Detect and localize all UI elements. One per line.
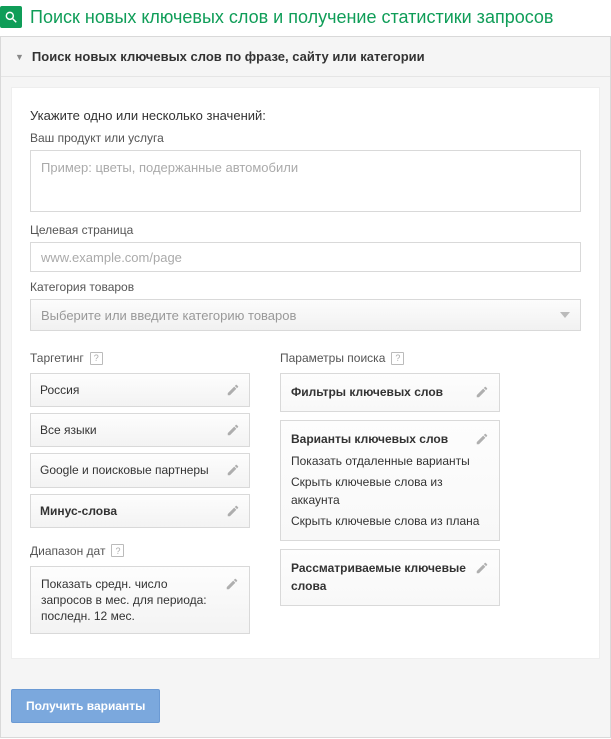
category-label: Категория товаров [30,280,581,294]
targeting-language[interactable]: Все языки [30,413,250,447]
chevron-down-icon [560,312,570,318]
search-params-label: Параметры поиска ? [280,351,500,365]
variant-item: Скрыть ключевые слова из аккаунта [291,474,489,509]
pencil-icon [475,561,489,575]
accordion-header[interactable]: ▼ Поиск новых ключевых слов по фразе, са… [1,37,610,77]
url-input[interactable] [30,242,581,272]
submit-button[interactable]: Получить варианты [11,689,160,723]
pencil-icon [225,577,239,591]
date-range-label: Диапазон дат ? [30,544,250,558]
instruction-text: Укажите одно или несколько значений: [30,108,581,123]
right-column: Параметры поиска ? Фильтры ключевых слов… [280,351,500,634]
page-header: Поиск новых ключевых слов и получение ст… [0,0,611,36]
left-column: Таргетинг ? Россия Все языки Google и по… [30,351,250,634]
help-icon[interactable]: ? [391,352,404,365]
category-select[interactable]: Выберите или введите категорию товаров [30,299,581,331]
pencil-icon [226,383,240,397]
form-body: Укажите одно или несколько значений: Ваш… [11,87,600,659]
product-input[interactable] [30,150,581,212]
accordion-title: Поиск новых ключевых слов по фразе, сайт… [32,49,425,64]
help-icon[interactable]: ? [90,352,103,365]
product-label: Ваш продукт или услуга [30,131,581,145]
pencil-icon [475,385,489,399]
variant-item: Показать отдаленные варианты [291,453,489,470]
help-icon[interactable]: ? [111,544,124,557]
targeting-location[interactable]: Россия [30,373,250,407]
considered-keywords-card[interactable]: Рассматриваемые ключевые слова [280,549,500,606]
pencil-icon [226,423,240,437]
date-range-box[interactable]: Показать средн. число запросов в мес. дл… [30,566,250,635]
category-placeholder: Выберите или введите категорию товаров [41,308,296,323]
keyword-filters-card[interactable]: Фильтры ключевых слов [280,373,500,412]
targeting-negative-keywords[interactable]: Минус-слова [30,494,250,528]
pencil-icon [226,463,240,477]
search-icon [0,6,22,28]
variant-item: Скрыть ключевые слова из плана [291,513,489,530]
pencil-icon [475,432,489,446]
targeting-label: Таргетинг ? [30,351,250,365]
pencil-icon [226,504,240,518]
targeting-network[interactable]: Google и поисковые партнеры [30,453,250,487]
url-label: Целевая страница [30,223,581,237]
page-title: Поиск новых ключевых слов и получение ст… [30,7,554,28]
main-panel: ▼ Поиск новых ключевых слов по фразе, са… [0,36,611,738]
keyword-variants-card[interactable]: Варианты ключевых слов Показать отдаленн… [280,420,500,541]
chevron-down-icon: ▼ [15,52,24,62]
